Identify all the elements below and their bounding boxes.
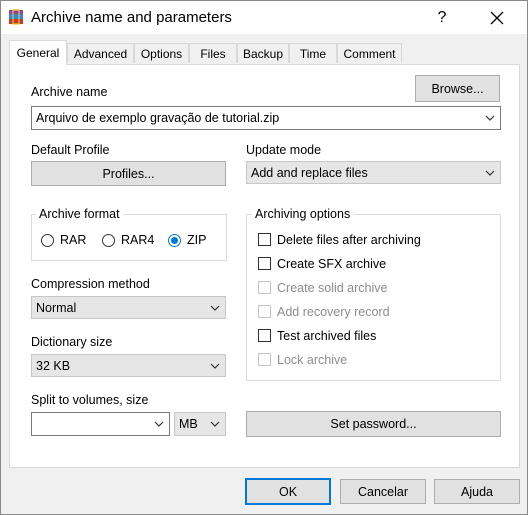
ok-label: OK xyxy=(278,484,298,499)
radio-rar-label: RAR xyxy=(60,233,87,247)
ok-button[interactable]: OK xyxy=(245,478,331,505)
close-button[interactable] xyxy=(474,1,520,34)
archive-name-value: Arquivo de exemplo gravação de tutorial.… xyxy=(36,111,280,125)
tab-general[interactable]: General xyxy=(9,40,67,65)
checkbox-create-sfx[interactable] xyxy=(258,257,271,270)
checkbox-lock-archive-label: Lock archive xyxy=(277,353,348,367)
update-mode-select[interactable]: Add and replace files xyxy=(246,161,501,184)
checkbox-add-recovery[interactable] xyxy=(258,305,271,318)
checkbox-delete-files-label: Delete files after archiving xyxy=(277,233,421,247)
checkbox-create-sfx-label: Create SFX archive xyxy=(277,257,387,271)
checkbox-create-solid[interactable] xyxy=(258,281,271,294)
tab-comment-label: Comment xyxy=(343,46,396,61)
compression-label: Compression method xyxy=(31,277,150,291)
tab-backup[interactable]: Backup xyxy=(237,43,289,63)
help-footer-label: Ajuda xyxy=(461,484,493,499)
chevron-down-icon xyxy=(485,170,495,176)
chevron-down-icon xyxy=(210,421,220,427)
compression-select[interactable]: Normal xyxy=(31,296,226,319)
title-bar: Archive name and parameters ? xyxy=(1,1,527,34)
tab-advanced[interactable]: Advanced xyxy=(67,43,134,63)
dictionary-value: 32 KB xyxy=(36,358,71,373)
chevron-down-icon xyxy=(210,363,220,369)
help-label: ? xyxy=(437,8,447,26)
tab-general-label: General xyxy=(16,46,60,60)
radio-zip[interactable] xyxy=(168,234,181,247)
cancel-button[interactable]: Cancelar xyxy=(340,479,426,504)
tab-options-label: Options xyxy=(140,46,183,61)
split-size-combo[interactable] xyxy=(31,412,170,436)
tab-backup-label: Backup xyxy=(242,46,284,61)
split-unit-select[interactable]: MB xyxy=(174,412,226,436)
checkbox-test-archived[interactable] xyxy=(258,329,271,342)
dialog-window: Archive name and parameters ? General Ad… xyxy=(0,0,528,515)
tab-options[interactable]: Options xyxy=(134,43,189,63)
close-icon xyxy=(490,11,504,24)
tab-files[interactable]: Files xyxy=(189,43,237,63)
split-unit-value: MB xyxy=(179,417,198,431)
radio-rar4-label: RAR4 xyxy=(121,233,155,247)
checkbox-add-recovery-label: Add recovery record xyxy=(277,305,390,319)
archive-name-label: Archive name xyxy=(31,85,108,99)
tab-comment[interactable]: Comment xyxy=(337,43,402,63)
update-mode-label: Update mode xyxy=(246,143,322,157)
dialog-title: Archive name and parameters xyxy=(31,9,232,26)
default-profile-label: Default Profile xyxy=(31,143,110,157)
browse-button[interactable]: Browse... xyxy=(415,75,500,102)
checkbox-lock-archive[interactable] xyxy=(258,353,271,366)
set-password-button[interactable]: Set password... xyxy=(246,411,501,437)
browse-label: Browse... xyxy=(431,81,484,96)
dictionary-label: Dictionary size xyxy=(31,335,113,349)
dictionary-select[interactable]: 32 KB xyxy=(31,354,226,377)
split-label: Split to volumes, size xyxy=(31,393,149,407)
archiving-options-label: Archiving options xyxy=(252,207,354,221)
chevron-down-icon xyxy=(210,305,220,311)
radio-rar[interactable] xyxy=(41,234,54,247)
archive-name-combo[interactable]: Arquivo de exemplo gravação de tutorial.… xyxy=(31,106,501,130)
archive-format-label: Archive format xyxy=(36,207,123,221)
help-footer-button[interactable]: Ajuda xyxy=(434,479,520,504)
checkbox-test-archived-label: Test archived files xyxy=(277,329,377,343)
winrar-app-icon xyxy=(9,9,23,25)
set-password-label: Set password... xyxy=(330,417,417,431)
profiles-button[interactable]: Profiles... xyxy=(31,161,226,186)
checkbox-create-solid-label: Create solid archive xyxy=(277,281,388,295)
profiles-label: Profiles... xyxy=(102,166,155,181)
chevron-down-icon xyxy=(154,421,164,427)
chevron-down-icon xyxy=(485,115,495,121)
help-button[interactable]: ? xyxy=(419,1,465,34)
update-mode-value: Add and replace files xyxy=(251,165,368,180)
cancel-label: Cancelar xyxy=(357,484,409,499)
tab-time-label: Time xyxy=(299,46,327,61)
tab-time[interactable]: Time xyxy=(289,43,337,63)
checkbox-delete-files[interactable] xyxy=(258,233,271,246)
tab-advanced-label: Advanced xyxy=(73,46,128,61)
radio-rar4[interactable] xyxy=(102,234,115,247)
compression-value: Normal xyxy=(36,300,77,315)
radio-zip-label: ZIP xyxy=(187,233,207,247)
tab-files-label: Files xyxy=(200,46,226,61)
